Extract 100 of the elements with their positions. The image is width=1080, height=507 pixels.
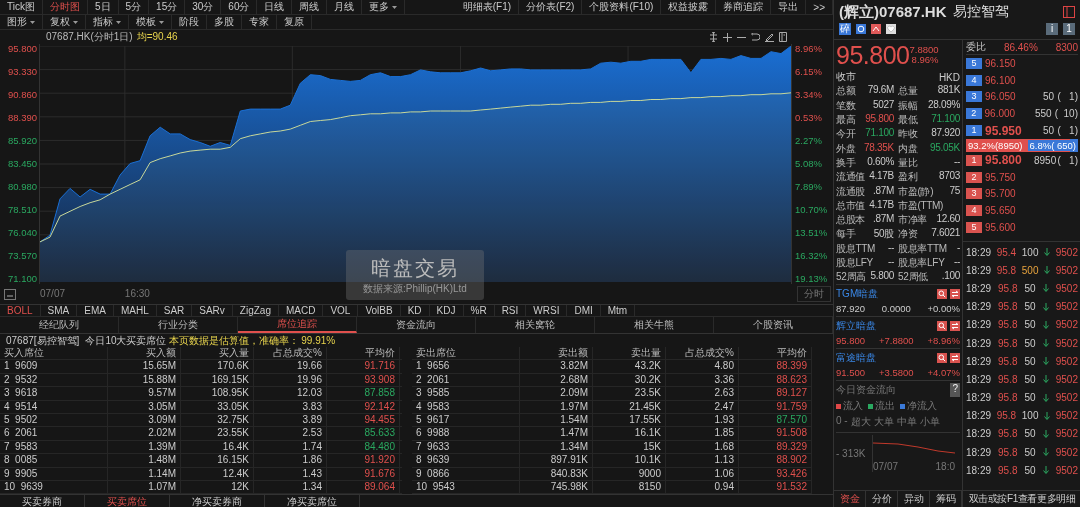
- toolbar-button[interactable]: 阶段: [172, 15, 207, 29]
- indicator-tab[interactable]: SMA: [40, 305, 78, 316]
- search-icon[interactable]: [937, 353, 947, 364]
- toolbar-button[interactable]: 复原: [277, 15, 312, 29]
- toolbar-button[interactable]: 多股: [207, 15, 242, 29]
- ratio-value: 86.46%: [1003, 41, 1038, 53]
- table-cell: 19.96: [254, 373, 327, 387]
- swap-icon[interactable]: [950, 321, 960, 332]
- indicator-tab[interactable]: %R: [463, 305, 495, 316]
- indicator-tab[interactable]: Mtm: [600, 305, 636, 316]
- bottom-tab[interactable]: 买卖券商: [0, 495, 85, 507]
- toolbar-button[interactable]: 专家: [242, 15, 277, 29]
- top-link[interactable]: 明细表(F1): [455, 0, 520, 14]
- top-link[interactable]: 个股资料(F10): [582, 0, 662, 14]
- indicator-tab[interactable]: ZigZag: [232, 305, 279, 316]
- tag-badge[interactable]: 碎: [839, 23, 851, 35]
- move-icon[interactable]: [709, 32, 718, 42]
- stat-label: 流通值: [836, 170, 866, 185]
- overlay-title: 暗盘交易: [371, 255, 459, 281]
- side-tab[interactable]: 分价: [866, 491, 898, 507]
- period-tab[interactable]: 30分: [185, 0, 222, 14]
- toolbar-button[interactable]: 复权: [43, 15, 86, 29]
- swap-icon[interactable]: [950, 353, 960, 364]
- top-link[interactable]: >>: [806, 0, 833, 14]
- table-cell: 1.93: [666, 413, 739, 427]
- info-badge[interactable]: 1: [1063, 23, 1075, 35]
- table-cell: 91.508: [739, 427, 812, 440]
- indicator-tab[interactable]: EMA: [77, 305, 114, 316]
- bottom-tab[interactable]: 净买卖券商: [170, 495, 265, 507]
- accuracy-note: 本页数据是估算值，准确率： 99.91%: [168, 333, 336, 347]
- search-icon[interactable]: [937, 289, 947, 300]
- dark-pool-name[interactable]: 辉立暗盘: [836, 319, 876, 334]
- section-tab[interactable]: 席位追踪: [238, 317, 357, 333]
- help-button[interactable]: ?: [950, 383, 960, 398]
- plus-icon[interactable]: [723, 32, 732, 42]
- period-tab[interactable]: 5分: [118, 0, 150, 14]
- side-tab[interactable]: 异动: [898, 491, 930, 507]
- side-tab[interactable]: 筹码: [930, 491, 962, 507]
- toolbar-button[interactable]: 图形: [0, 15, 43, 29]
- section-tab[interactable]: 资金流向: [357, 317, 476, 333]
- axis-label: 3.34%: [795, 90, 822, 100]
- indicator-tab[interactable]: MAHL: [113, 305, 157, 316]
- bid-price: 95.700: [985, 188, 1017, 200]
- bid-level: 5: [966, 222, 982, 234]
- tick-broker: 9502: [1055, 282, 1078, 294]
- section-tab[interactable]: 行业分类: [119, 317, 238, 333]
- period-button[interactable]: 分时: [797, 286, 831, 302]
- period-tab[interactable]: 15分: [149, 0, 186, 14]
- indicator-tab[interactable]: SAR: [156, 305, 193, 316]
- side-tab[interactable]: 资金: [834, 491, 866, 507]
- period-tab[interactable]: 分时图: [42, 0, 88, 14]
- indicator-tab[interactable]: KD: [400, 305, 430, 316]
- tick-time: 18:29: [966, 373, 992, 385]
- dark-pool-price: 87.920: [836, 303, 866, 315]
- period-tab[interactable]: 月线: [327, 0, 363, 14]
- indicator-tab[interactable]: WRSI: [526, 305, 568, 316]
- bottom-tab[interactable]: 净买卖席位: [265, 495, 360, 507]
- indicator-tab[interactable]: DMI: [567, 305, 601, 316]
- table-cell: 92.142: [327, 400, 400, 413]
- period-tab[interactable]: Tick图: [0, 0, 43, 14]
- collapse-icon[interactable]: [4, 288, 16, 300]
- stat-value: 28.09%: [927, 98, 960, 112]
- period-tab[interactable]: 5日: [87, 0, 119, 14]
- window-icon[interactable]: [1063, 6, 1075, 18]
- bottom-tab[interactable]: 买卖席位: [85, 495, 170, 507]
- stat-label: 股息TTM: [836, 241, 876, 256]
- indicator-tab[interactable]: BOLL: [0, 305, 41, 316]
- toolbar-button[interactable]: 指标: [86, 15, 129, 29]
- indicator-tab[interactable]: KDJ: [429, 305, 464, 316]
- panel-icon[interactable]: [779, 32, 787, 42]
- period-tab[interactable]: 更多: [362, 0, 406, 14]
- indicator-tab[interactable]: SARv: [192, 305, 233, 316]
- dark-pool-name[interactable]: 富途暗盘: [836, 351, 876, 366]
- top-link[interactable]: 券商追踪: [716, 0, 772, 14]
- section-tab[interactable]: 相关窝轮: [476, 317, 595, 333]
- undo-icon[interactable]: [751, 32, 760, 42]
- period-tab[interactable]: 日线: [257, 0, 293, 14]
- indicator-tab[interactable]: VolBB: [358, 305, 401, 316]
- search-icon[interactable]: [937, 321, 947, 332]
- indicator-tab[interactable]: MACD: [278, 305, 324, 316]
- swap-icon[interactable]: [950, 289, 960, 300]
- section-tab[interactable]: 相关牛熊: [595, 317, 714, 333]
- toolbar-button[interactable]: 模板: [129, 15, 172, 29]
- top-link[interactable]: 分价表(F2): [519, 0, 583, 14]
- indicator-tab[interactable]: RSI: [494, 305, 527, 316]
- info-badge[interactable]: i: [1046, 23, 1058, 35]
- period-tab[interactable]: 60分: [221, 0, 258, 14]
- stat-value: .100: [941, 270, 960, 284]
- table-cell: 16.1K: [593, 427, 666, 440]
- section-tab[interactable]: 个股资讯: [714, 317, 833, 333]
- top-link[interactable]: 权益披露: [661, 0, 717, 14]
- pen-icon[interactable]: [765, 32, 774, 42]
- indicator-tab[interactable]: VOL: [323, 305, 359, 316]
- period-tab[interactable]: 周线: [292, 0, 328, 14]
- dark-pool-name[interactable]: TGM暗盘: [836, 287, 879, 302]
- caret-icon: [30, 20, 35, 24]
- section-tab[interactable]: 经纪队列: [0, 317, 119, 333]
- table-cell: 10 9543: [412, 480, 520, 494]
- axis-label: 78.510: [7, 205, 37, 215]
- top-link[interactable]: 导出: [771, 0, 807, 14]
